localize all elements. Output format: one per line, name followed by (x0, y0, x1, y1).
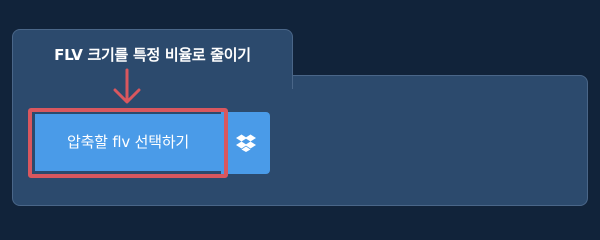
panel-tab: FLV 크기를 특정 비율로 줄이기 (12, 29, 293, 89)
panel-tab-joint (13, 74, 292, 78)
panel-title: FLV 크기를 특정 비율로 줄이기 (54, 46, 251, 64)
select-flv-file-button[interactable]: 압축할 flv 선택하기 (35, 114, 221, 171)
dropbox-button[interactable] (221, 112, 270, 174)
down-arrow-icon (113, 68, 141, 104)
dropbox-icon (235, 134, 256, 152)
